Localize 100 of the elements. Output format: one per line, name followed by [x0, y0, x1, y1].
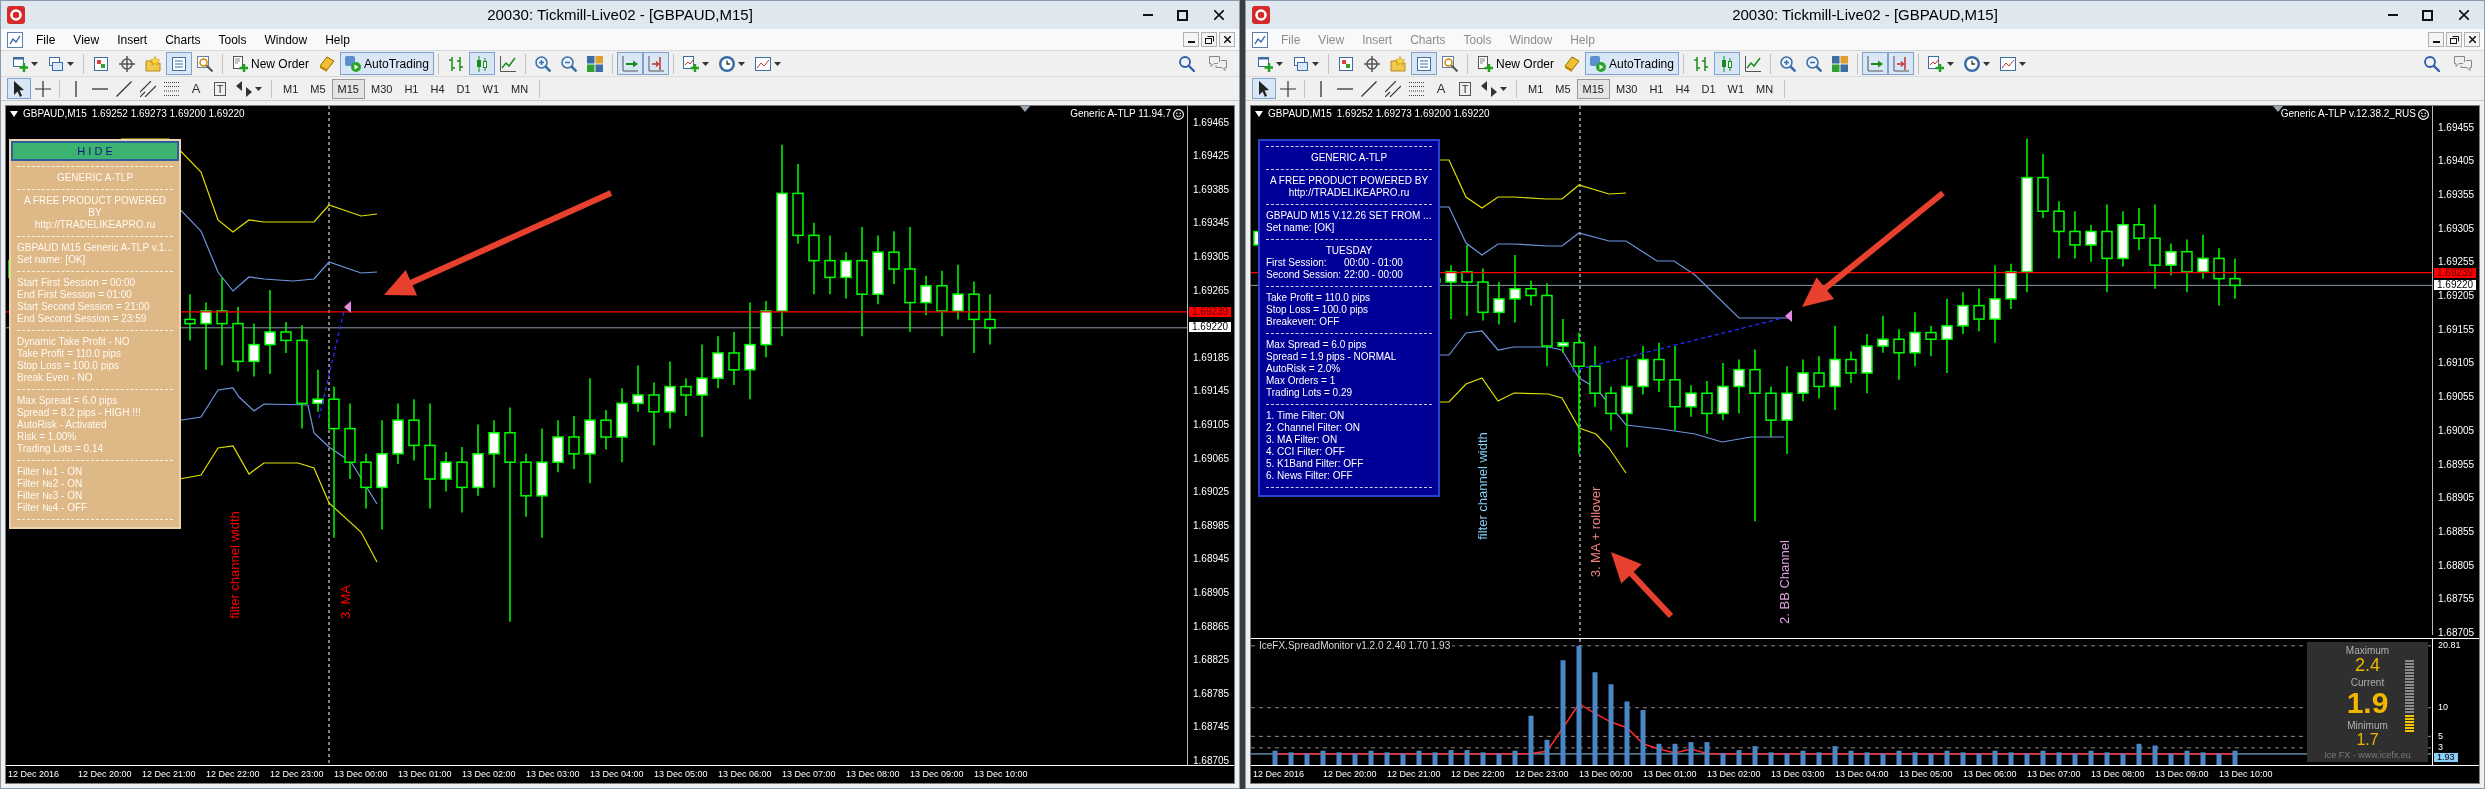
panel-text: Risk = 1.00% — [17, 431, 77, 443]
panel-text: End Second Session = 23:59 — [17, 313, 147, 325]
price-label: 1.69305 — [2438, 222, 2475, 234]
chart-symbol: GBPAUD,M15 — [23, 108, 87, 120]
gauge-label: Minimum — [2347, 720, 2388, 731]
reference-value-label: 1.93 — [2434, 752, 2458, 762]
time-label: 13 Dec 04:00 — [1835, 769, 1889, 780]
panel-heading: GENERIC A-TLP — [1310, 152, 1388, 164]
time-label: 13 Dec 10:00 — [2219, 769, 2273, 780]
price-label: 1.69345 — [1193, 217, 1230, 229]
time-label: 13 Dec 01:00 — [398, 769, 452, 780]
window-title: 20030: Tickmill-Live02 - [GBPAUD,M15] — [487, 6, 753, 24]
gauge-label: Maximum — [2345, 645, 2390, 656]
price-label: 1.68705 — [1193, 754, 1230, 766]
time-label: 13 Dec 07:00 — [2027, 769, 2081, 780]
time-label: 13 Dec 09:00 — [910, 769, 964, 780]
price-label: 1.69255 — [2438, 256, 2475, 268]
vertical-annotation: filter channel width — [1474, 432, 1490, 540]
indicator-title: IceFX.SpreadMonitor v1.2.0 2.40 1.70 1.93 — [1257, 640, 1453, 651]
panel-text: 3. MA Filter: ON — [1266, 434, 1338, 446]
time-label: 13 Dec 08:00 — [2091, 769, 2145, 780]
indicator-scale-label: 3 — [2438, 743, 2443, 753]
gauge-credit: Ice FX - www.icefx.eu — [2324, 750, 2411, 760]
chart-quote: 1.69252 1.69273 1.69200 1.69220 — [91, 108, 245, 120]
price-label: 1.69305 — [1193, 250, 1230, 262]
ask-price-label: 1.69239 — [2434, 267, 2477, 278]
time-label: 12 Dec 22:00 — [206, 769, 260, 780]
expert-name: Generic A-TLP 11.94.7 — [1070, 108, 1171, 120]
indicator-scale-label: 5 — [2438, 731, 2443, 741]
panel-text: Breakeven: OFF — [1266, 316, 1340, 328]
time-label: 13 Dec 06:00 — [1963, 769, 2017, 780]
panel-value: 00:00 - 01:00 — [1344, 257, 1403, 269]
panel-text: Filter №4 - OFF — [17, 502, 88, 514]
panel-label: Second Session: — [1266, 269, 1342, 281]
price-label: 1.69205 — [2438, 290, 2475, 301]
price-label: 1.69265 — [1193, 284, 1230, 296]
vertical-annotation: 3. MA + rollover — [1587, 486, 1603, 578]
time-label: 13 Dec 02:00 — [462, 769, 516, 780]
panel-text: Take Profit = 110.0 pips — [17, 348, 122, 360]
panel-text: 6. News Filter: OFF — [1266, 470, 1353, 482]
panel-text: Stop Loss = 100.0 pips — [17, 360, 120, 372]
panel-text: Dynamic Take Profit - NO — [17, 336, 130, 348]
time-label: 13 Dec 02:00 — [1707, 769, 1761, 780]
bid-price-label: 1.69220 — [2434, 280, 2477, 290]
panel-text: Max Spread = 6.0 pips — [1266, 339, 1367, 351]
time-label: 13 Dec 04:00 — [590, 769, 644, 780]
time-label: 12 Dec 21:00 — [1387, 769, 1441, 780]
price-label: 1.68985 — [1193, 519, 1230, 531]
time-label: 12 Dec 20:00 — [78, 769, 132, 780]
price-label: 1.69155 — [2438, 323, 2475, 335]
vertical-annotation: 3. MA — [337, 585, 353, 619]
panel-text: Set name: [OK] — [17, 254, 86, 266]
price-label: 1.69105 — [2438, 357, 2475, 369]
time-label: 13 Dec 08:00 — [846, 769, 900, 780]
expert-name: Generic A-TLP v.12.38.2_RUS — [2280, 108, 2416, 120]
gauge-label: Current — [2350, 677, 2385, 688]
time-label: 13 Dec 03:00 — [526, 769, 580, 780]
price-label: 1.69105 — [1193, 418, 1230, 430]
time-label: 13 Dec 03:00 — [1771, 769, 1825, 780]
time-label: 13 Dec 05:00 — [654, 769, 708, 780]
price-label: 1.69455 — [2438, 121, 2475, 133]
panel-text: Start First Session = 00:00 — [17, 277, 136, 289]
panel-text: Filter №2 - ON — [17, 478, 83, 490]
price-label: 1.69405 — [2438, 155, 2475, 167]
indicator-scale-label: 20.81 — [2438, 641, 2461, 651]
time-label: 12 Dec 23:00 — [1515, 769, 1569, 780]
panel-text: Start Second Session = 21:00 — [17, 301, 150, 313]
price-label: 1.69185 — [1193, 351, 1230, 363]
panel-text: AutoRisk - Activated — [17, 419, 107, 431]
time-label: 12 Dec 22:00 — [1451, 769, 1505, 780]
price-label: 1.69385 — [1193, 183, 1230, 195]
ask-price-label: 1.69239 — [1189, 306, 1232, 317]
panel-text: GBPAUD M15 Generic A-TLP v.1... — [17, 242, 173, 254]
vertical-annotation: filter channel width — [226, 511, 242, 619]
price-label: 1.69055 — [2438, 391, 2475, 403]
gauge-value: 2.4 — [2355, 656, 2380, 675]
price-label: 1.68855 — [2438, 525, 2475, 537]
time-label: 13 Dec 00:00 — [334, 769, 388, 780]
price-label: 1.68745 — [1193, 721, 1230, 733]
panel-heading: A FREE PRODUCT POWERED BY — [1269, 175, 1429, 187]
price-label: 1.69145 — [1193, 385, 1230, 397]
price-label: 1.69355 — [2438, 188, 2475, 200]
window-title: 20030: Tickmill-Live02 - [GBPAUD,M15] — [1732, 6, 1998, 24]
time-label: 13 Dec 10:00 — [974, 769, 1028, 780]
price-label: 1.68785 — [1193, 687, 1230, 699]
price-label: 1.68955 — [2438, 458, 2475, 470]
time-label: 13 Dec 07:00 — [782, 769, 836, 780]
bid-price-label: 1.69220 — [1189, 322, 1232, 333]
time-label: 12 Dec 20:00 — [1323, 769, 1377, 780]
panel-text: Stop Loss = 100.0 pips — [1266, 304, 1369, 316]
time-label: 12 Dec 2016 — [1253, 769, 1305, 780]
panel-text: End First Session = 01:00 — [17, 289, 132, 301]
price-label: 1.68805 — [2438, 559, 2475, 571]
chart-quote: 1.69252 1.69273 1.69200 1.69220 — [1336, 108, 1490, 120]
time-label: 13 Dec 05:00 — [1899, 769, 1953, 780]
panel-text: Max Spread = 6.0 pips — [17, 395, 118, 407]
panel-text: 4. CCI Filter: OFF — [1266, 446, 1345, 458]
panel-text: 5. K1Band Filter: OFF — [1266, 458, 1364, 470]
indicator-scale-label: 10 — [2438, 703, 2448, 713]
panel-heading: A FREE PRODUCT POWERED — [23, 195, 167, 207]
